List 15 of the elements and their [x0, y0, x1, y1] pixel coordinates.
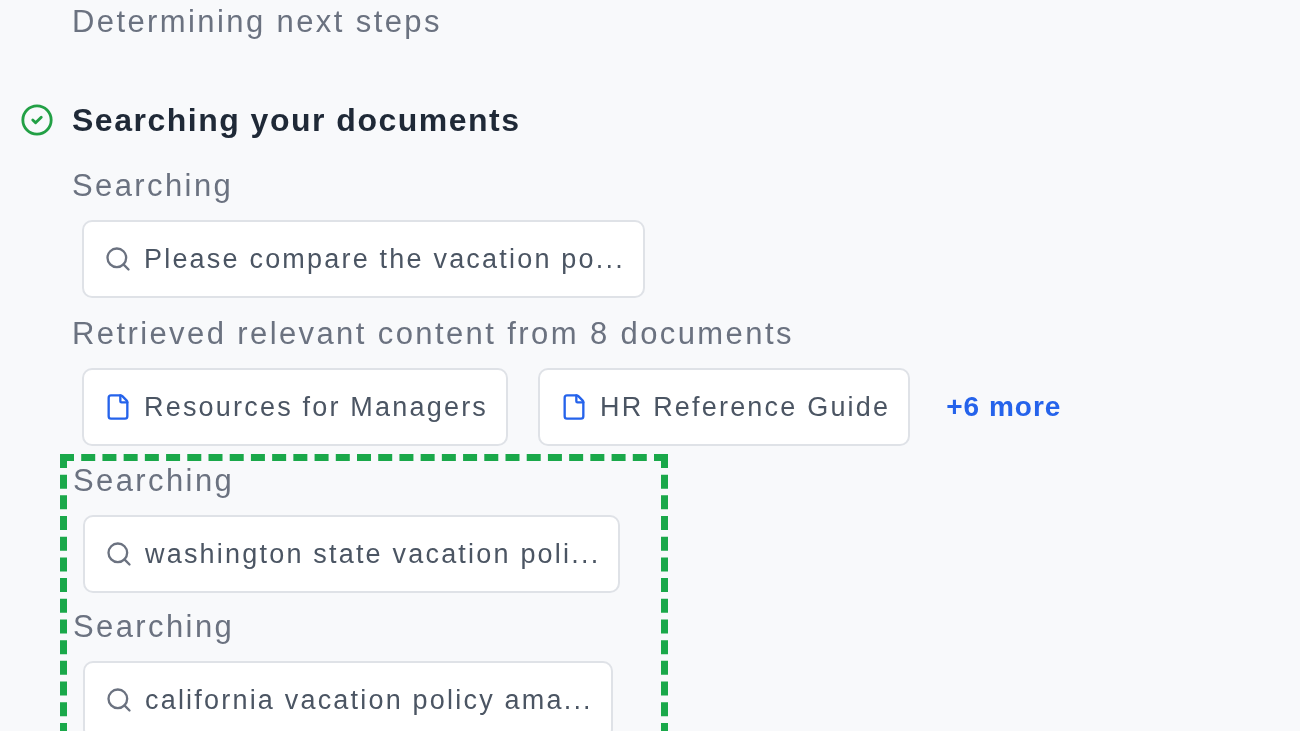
section-title: Searching your documents: [72, 101, 521, 140]
step-label: Searching: [72, 167, 234, 205]
search-icon: [105, 686, 133, 714]
step-label: Searching: [73, 462, 235, 500]
document-chip[interactable]: HR Reference Guide: [538, 368, 911, 446]
search-query-chip[interactable]: california vacation policy ama...: [83, 661, 613, 731]
more-link[interactable]: +6 more: [946, 391, 1062, 423]
search-icon: [105, 540, 133, 568]
document-chip[interactable]: Resources for Managers: [82, 368, 509, 446]
search-icon: [104, 245, 132, 273]
step-note: Determining next steps: [72, 3, 443, 41]
step-label: Retrieved relevant content from 8 documents: [72, 315, 794, 353]
search-query-chip[interactable]: Please compare the vacation po...: [82, 220, 645, 298]
search-query-chip[interactable]: washington state vacation poli...: [83, 515, 621, 593]
step-label: Searching: [73, 608, 235, 646]
